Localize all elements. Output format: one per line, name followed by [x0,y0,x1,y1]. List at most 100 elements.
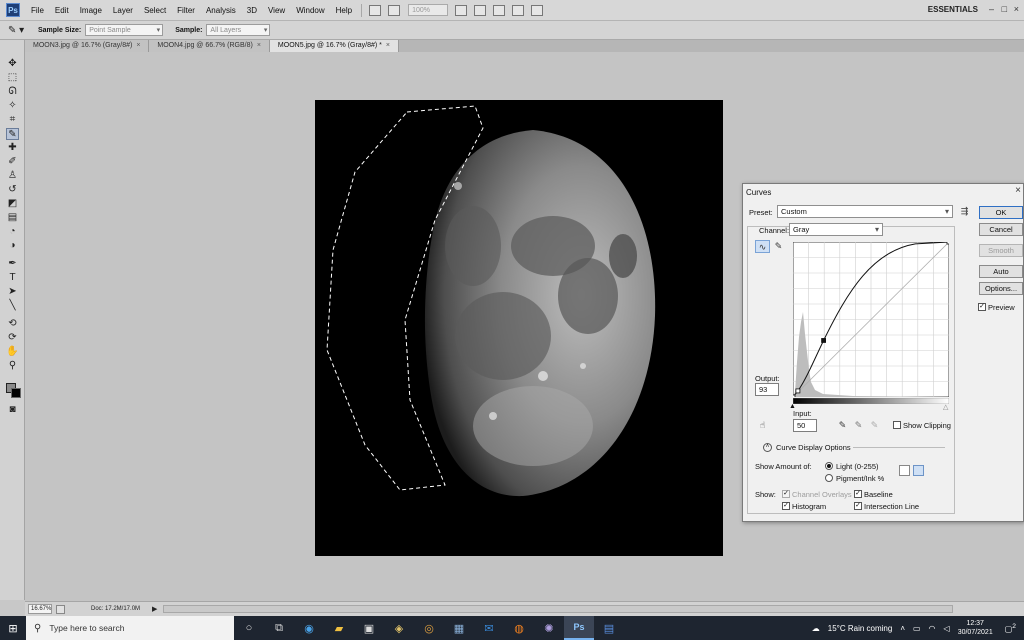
menu-filter[interactable]: Filter [177,6,195,15]
menu-image[interactable]: Image [80,6,102,15]
eyedropper-tool-icon[interactable]: ✎ [6,128,19,140]
maximize-button[interactable]: □ [1002,4,1007,14]
tab-moon4[interactable]: MOON4.jpg @ 66.7% (RGB/8) × [149,40,270,52]
zoom-tool-icon[interactable] [474,4,487,16]
smooth-button[interactable]: Smooth [979,244,1023,257]
pencil-draw-icon[interactable]: ✎ [771,240,786,253]
edge-browser-icon[interactable]: ◉ [294,616,324,640]
gradient-tool-icon[interactable]: ▤ [6,212,19,224]
tab-moon5[interactable]: MOON5.jpg @ 16.7% (Gray/8#) * × [269,40,399,52]
intersection-line-checkbox[interactable]: ✓ [854,502,862,510]
tab-moon3[interactable]: MOON3.jpg @ 16.7% (Gray/8#) × [25,40,150,52]
network-icon[interactable]: ▭ [913,624,921,633]
background-color-swatch[interactable] [11,388,21,398]
notifications-icon[interactable]: ▢2 [1005,623,1016,634]
menu-view[interactable]: View [268,6,285,15]
arrange-documents-icon[interactable] [512,4,525,16]
status-zoom-field[interactable]: 16.67% [28,604,52,614]
chevron-up-icon[interactable]: ˄ [900,624,905,633]
line-tool-icon[interactable]: ╲ [6,300,19,312]
menu-select[interactable]: Select [144,6,166,15]
minimize-button[interactable]: – [989,4,994,14]
status-menu-arrow-icon[interactable]: ▶ [152,605,157,613]
expand-collapse-icon[interactable]: ˄ [763,443,772,452]
status-info-icon[interactable] [56,604,65,614]
weather-icon[interactable]: ☁ [812,624,820,633]
history-brush-tool-icon[interactable]: ↺ [6,184,19,196]
3d-orbit-tool-icon[interactable]: ⟳ [6,332,19,344]
close-icon[interactable]: × [386,42,390,49]
quick-mask-icon[interactable]: ◙ [6,404,19,416]
task-view-icon[interactable]: ⧉ [264,616,294,640]
menu-layer[interactable]: Layer [113,6,133,15]
blur-tool-icon[interactable]: ◔ [6,226,19,238]
word-icon[interactable]: ▤ [594,616,624,640]
close-icon[interactable]: × [136,42,140,49]
file-explorer-icon[interactable]: ▰ [324,616,354,640]
app-icon-1[interactable]: ◈ [384,616,414,640]
white-point-eyedropper-icon[interactable]: ✎ [867,419,882,432]
move-tool-icon[interactable]: ✥ [6,58,19,70]
photoshop-taskbar-icon[interactable]: Ps [564,616,594,640]
menu-3d[interactable]: 3D [247,6,257,15]
app-icon-3[interactable]: ◍ [504,616,534,640]
document-canvas[interactable] [315,100,723,556]
marquee-tool-icon[interactable]: ⬚ [6,72,19,84]
baseline-checkbox[interactable]: ✓ [854,490,862,498]
lasso-tool-icon[interactable]: ᘏ [6,86,19,98]
black-point-eyedropper-icon[interactable]: ✎ [835,419,850,432]
channel-select[interactable]: Gray ▾ [789,223,883,236]
input-field[interactable]: 50 [793,419,817,432]
workspace-switcher[interactable]: ESSENTIALS [928,5,978,14]
zoom-level-field[interactable]: 100% [408,4,449,16]
detailed-grid-icon[interactable] [913,465,924,476]
menu-analysis[interactable]: Analysis [206,6,236,15]
menu-window[interactable]: Window [296,6,324,15]
app-icon-2[interactable]: ◎ [414,616,444,640]
show-clipping-checkbox[interactable] [893,421,901,429]
eyedropper-preset-icon[interactable]: ✎ ▾ [8,23,26,37]
preview-checkbox[interactable]: ✓ [978,303,986,311]
menu-edit[interactable]: Edit [55,6,69,15]
menu-help[interactable]: Help [336,6,352,15]
hand-tool-icon[interactable]: ✋ [6,346,19,358]
curve-edit-icon[interactable]: ∿ [755,240,770,253]
healing-brush-tool-icon[interactable]: ✚ [6,142,19,154]
mail-icon[interactable]: ✉ [474,616,504,640]
close-button[interactable]: × [1014,4,1019,14]
sample-size-select[interactable]: Point Sample ▾ [85,24,164,36]
white-point-slider[interactable]: △ [943,403,948,411]
dialog-close-button[interactable]: × [1015,185,1021,196]
zoom-tool-icon[interactable]: ⚲ [6,360,19,372]
options-button[interactable]: Options... [979,282,1023,295]
histogram-checkbox[interactable]: ✓ [782,502,790,510]
hand-tool-icon[interactable] [455,4,468,16]
horizontal-scrollbar[interactable] [163,605,954,613]
path-selection-tool-icon[interactable]: ➤ [6,286,19,298]
curves-graph[interactable] [793,242,949,397]
crop-tool-icon[interactable]: ⌗ [6,114,19,126]
preset-select[interactable]: Custom ▾ [777,205,953,218]
curve-control-point[interactable] [946,242,949,245]
screen-mode-icon[interactable] [531,4,544,16]
photos-icon[interactable]: ▦ [444,616,474,640]
windows-start-icon[interactable]: ⊞ [0,616,26,640]
ok-button[interactable]: OK [979,206,1023,219]
light-radio[interactable] [825,462,833,470]
eraser-tool-icon[interactable]: ◩ [6,198,19,210]
weather-text[interactable]: 15°C Rain coming [828,624,893,633]
curve-control-point[interactable] [793,394,796,397]
preset-options-icon[interactable]: ⇶ [957,205,972,218]
rotate-view-icon[interactable] [493,4,506,16]
clone-stamp-tool-icon[interactable]: ♙ [6,170,19,182]
menu-file[interactable]: File [31,6,44,15]
cortana-icon[interactable]: ○ [234,616,264,640]
wifi-icon[interactable]: ◠ [929,624,936,633]
type-tool-icon[interactable]: T [6,272,19,284]
launch-bridge-icon[interactable] [369,4,382,16]
clock[interactable]: 12:37 30/07/2021 [958,619,993,637]
brush-tool-icon[interactable]: ✐ [6,156,19,168]
simple-grid-icon[interactable] [899,465,910,476]
app-icon-4[interactable]: ✺ [534,616,564,640]
channel-overlays-checkbox[interactable]: ✓ [782,490,790,498]
